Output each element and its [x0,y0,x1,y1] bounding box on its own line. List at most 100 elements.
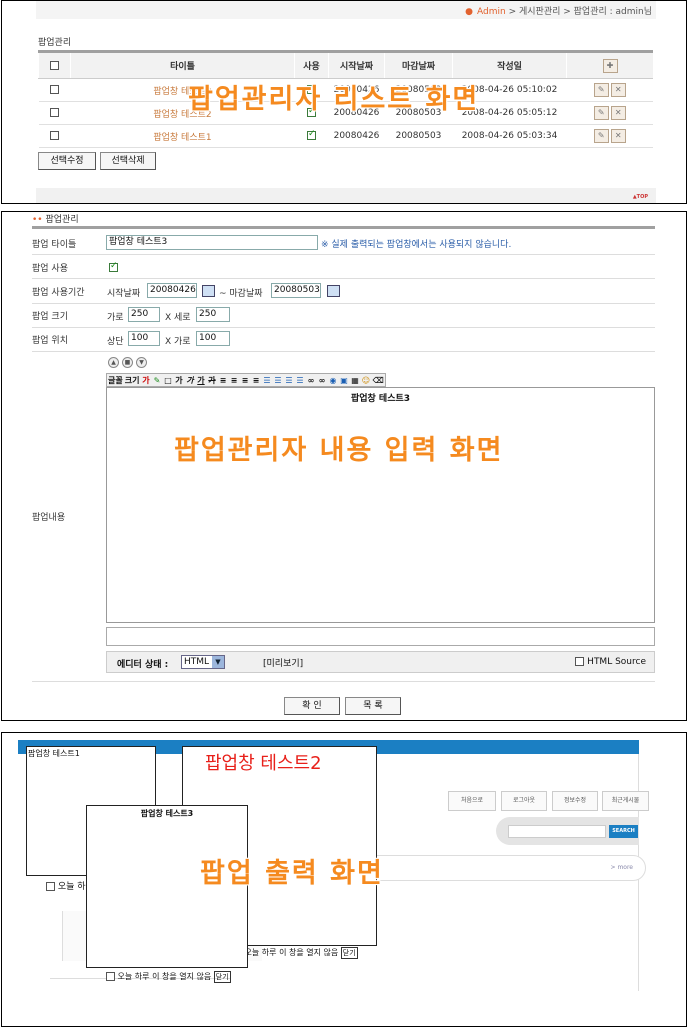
preview-link[interactable]: [미리보기] [263,656,303,669]
start-date-input[interactable]: 20080426 [147,283,197,298]
dont-show-checkbox[interactable] [46,882,55,891]
row-checkbox-cell [38,101,71,125]
form-header-title: 팝업관리 [45,215,79,225]
use-label: 팝업 사용 [32,264,68,274]
outdent-icon[interactable]: ☰ [294,376,305,385]
edit-icon[interactable]: ✎ [593,83,609,97]
delete-icon[interactable]: ✕ [610,129,626,143]
editor-status-bar: 에디터 상태 : HTML ▼ [미리보기] HTML Source [106,651,655,673]
font-button[interactable]: 글꼴 [107,375,124,386]
title-input[interactable]: 팝업창 테스트3 [106,235,318,250]
justify-icon[interactable]: ≡ [250,376,261,385]
top-input[interactable]: 100 [128,331,160,346]
close-button[interactable]: 닫기 [213,971,231,983]
dont-show-checkbox[interactable] [106,972,115,981]
row-end: 20080503 [384,78,453,102]
edit-icon[interactable]: ✎ [593,129,609,143]
unlink-icon[interactable]: ∞ [316,376,327,385]
html-source-area[interactable] [106,627,655,646]
content-editor[interactable]: 팝업창 테스트3 [106,387,655,623]
image-icon[interactable]: ▣ [338,376,349,385]
breadcrumb-admin-link[interactable]: Admin [477,7,506,17]
position-label: 팝업 위치 [32,336,68,346]
bottom-bar: ▲TOP [36,188,656,203]
popup-table: 타이틀 사용 시작날짜 마감날짜 작성일 ✚ 팝업창 테스트3 20080426… [38,50,653,148]
bullet-icon: ● [465,7,474,17]
list-button[interactable]: 목 록 [345,697,401,715]
top-link[interactable]: ▲TOP [633,194,648,200]
popup2-dont-show-label: 오늘 하루 이 창을 열지 않음 [244,948,339,957]
underline-icon[interactable]: 가 [195,375,206,386]
col-end: 마감날짜 [384,51,453,79]
use-checkbox[interactable] [307,106,316,117]
search-button[interactable]: SEARCH [609,825,638,838]
breadcrumb: ● Admin > 게시판관리 > 팝업관리 : admin님 [465,4,652,17]
left-input[interactable]: 100 [196,331,230,346]
indent-icon[interactable]: ☰ [283,376,294,385]
table-row: 팝업창 테스트1 20080426 20080503 2008-04-26 05… [38,124,653,148]
bold-icon[interactable]: 가 [173,375,184,386]
emoticon-icon[interactable]: ☺ [360,376,371,385]
eraser-icon[interactable]: ⌫ [371,376,384,385]
row-checkbox[interactable] [50,108,59,117]
popup1-title: 팝업창 테스트1 [28,749,80,758]
close-button[interactable]: 닫기 [340,947,358,959]
mode-select[interactable]: HTML ▼ [181,655,225,669]
select-all-checkbox[interactable] [50,60,59,70]
row-title[interactable]: 팝업창 테스트3 [70,78,295,102]
use-checkbox[interactable] [307,129,316,140]
search-input[interactable] [508,825,606,838]
delete-icon[interactable]: ✕ [610,106,626,120]
align-center-icon[interactable]: ≡ [228,376,239,385]
unordered-list-icon[interactable]: ☰ [272,376,283,385]
row-title[interactable]: 팝업창 테스트2 [70,101,295,125]
col-start: 시작날짜 [328,51,385,79]
ordered-list-icon[interactable]: ☰ [261,376,272,385]
html-source-checkbox[interactable] [575,657,585,666]
height-input[interactable]: 250 [196,307,230,322]
edit-icon[interactable]: ✎ [593,106,609,120]
delete-icon[interactable]: ✕ [610,83,626,97]
align-right-icon[interactable]: ≡ [239,376,250,385]
table-icon[interactable]: ▦ [349,376,360,385]
delete-selected-button[interactable]: 선택삭제 [100,152,156,170]
confirm-button[interactable]: 확 인 [284,697,340,715]
nav-profile[interactable]: 정보수정 [552,791,598,811]
row-title[interactable]: 팝업창 테스트1 [70,124,295,148]
nav-logout[interactable]: 로그아웃 [501,791,547,811]
align-left-icon[interactable]: ≡ [217,376,228,385]
expand-icon[interactable]: ▼ [136,357,147,368]
calendar-icon[interactable] [327,285,340,297]
more-link[interactable]: > more [611,864,633,871]
flash-icon[interactable]: ◉ [327,376,338,385]
border-icon[interactable]: □ [162,376,173,385]
size-label: 팝업 크기 [32,312,68,322]
width-input[interactable]: 250 [128,307,160,322]
title-label: 팝업 타이틀 [32,240,77,250]
italic-icon[interactable]: 가 [184,375,195,386]
highlight-icon[interactable]: ✎ [151,376,162,385]
font-color-icon[interactable]: 가 [140,375,151,386]
size-button[interactable]: 크기 [124,375,141,386]
reset-icon[interactable]: ■ [122,357,133,368]
calendar-icon[interactable] [202,285,215,297]
size-row: 팝업 크기 [32,304,655,328]
title-note: ※ 실제 출력되는 팝업창에서는 사용되지 않습니다. [321,240,512,250]
row-checkbox[interactable] [50,131,59,140]
height-label: X 세로 [165,313,191,323]
html-source-toggle[interactable]: HTML Source [575,657,646,667]
use-checkbox[interactable] [109,261,118,272]
nav-home[interactable]: 처음으로 [448,791,496,811]
edit-selected-button[interactable]: 선택수정 [38,152,96,170]
row-checkbox[interactable] [50,85,59,94]
strike-icon[interactable]: 가 [206,375,217,386]
shrink-icon[interactable]: ▲ [108,357,119,368]
use-checkbox[interactable] [307,83,316,94]
row-created: 2008-04-26 05:10:02 [452,78,567,102]
end-date-input[interactable]: 20080503 [271,283,321,298]
col-created: 작성일 [452,51,567,79]
add-popup-icon[interactable]: ✚ [602,58,618,73]
link-icon[interactable]: ∞ [305,376,316,385]
table-row: 팝업창 테스트3 20080426 20080503 2008-04-26 05… [38,78,653,102]
nav-recent[interactable]: 최근게시물 [602,791,649,811]
